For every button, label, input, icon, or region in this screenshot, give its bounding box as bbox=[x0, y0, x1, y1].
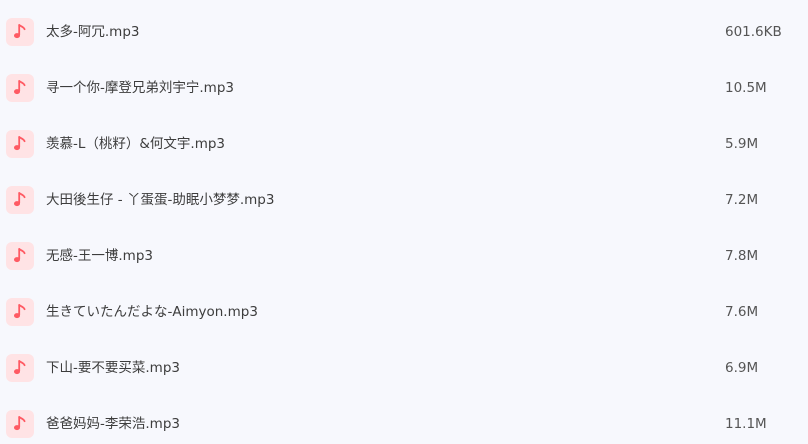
file-size: 10.5M bbox=[725, 80, 767, 96]
list-item[interactable]: 下山-要不要买菜.mp3 6.9M bbox=[0, 338, 808, 394]
music-note-icon bbox=[6, 298, 34, 326]
music-note-icon bbox=[6, 74, 34, 102]
file-size: 7.2M bbox=[725, 192, 759, 208]
file-name: 寻一个你-摩登兄弟刘宇宁.mp3 bbox=[46, 80, 234, 96]
file-size: 601.6KB bbox=[725, 24, 782, 40]
file-name: 下山-要不要买菜.mp3 bbox=[46, 360, 180, 376]
list-item[interactable]: 羡慕-L（桃籽）&何文宇.mp3 5.9M bbox=[0, 114, 808, 170]
list-item[interactable]: 无感-王一博.mp3 7.8M bbox=[0, 226, 808, 282]
file-name: 羡慕-L（桃籽）&何文宇.mp3 bbox=[46, 136, 226, 152]
music-note-icon bbox=[6, 242, 34, 270]
file-size: 11.1M bbox=[725, 416, 767, 432]
list-item[interactable]: 寻一个你-摩登兄弟刘宇宁.mp3 10.5M bbox=[0, 58, 808, 114]
music-note-icon bbox=[6, 130, 34, 158]
list-item[interactable]: 大田後生仔 - 丫蛋蛋-助眠小梦梦.mp3 7.2M bbox=[0, 170, 808, 226]
music-note-icon bbox=[6, 410, 34, 438]
list-item[interactable]: 太多-阿冗.mp3 601.6KB bbox=[0, 2, 808, 58]
file-name: 太多-阿冗.mp3 bbox=[46, 24, 140, 40]
file-name: 大田後生仔 - 丫蛋蛋-助眠小梦梦.mp3 bbox=[46, 192, 275, 208]
file-size: 7.6M bbox=[725, 304, 759, 320]
list-item[interactable]: 爸爸妈妈-李荣浩.mp3 11.1M bbox=[0, 394, 808, 444]
file-name: 无感-王一博.mp3 bbox=[46, 248, 153, 264]
list-item[interactable]: 生きていたんだよな-Aimyon.mp3 7.6M bbox=[0, 282, 808, 338]
file-name: 生きていたんだよな-Aimyon.mp3 bbox=[46, 304, 258, 320]
music-note-icon bbox=[6, 18, 34, 46]
music-note-icon bbox=[6, 354, 34, 382]
file-name: 爸爸妈妈-李荣浩.mp3 bbox=[46, 416, 180, 432]
file-size: 7.8M bbox=[725, 248, 759, 264]
file-list: 太多-阿冗.mp3 601.6KB 寻一个你-摩登兄弟刘宇宁.mp3 10.5M… bbox=[0, 0, 808, 444]
file-size: 5.9M bbox=[725, 136, 759, 152]
file-size: 6.9M bbox=[725, 360, 759, 376]
music-note-icon bbox=[6, 186, 34, 214]
